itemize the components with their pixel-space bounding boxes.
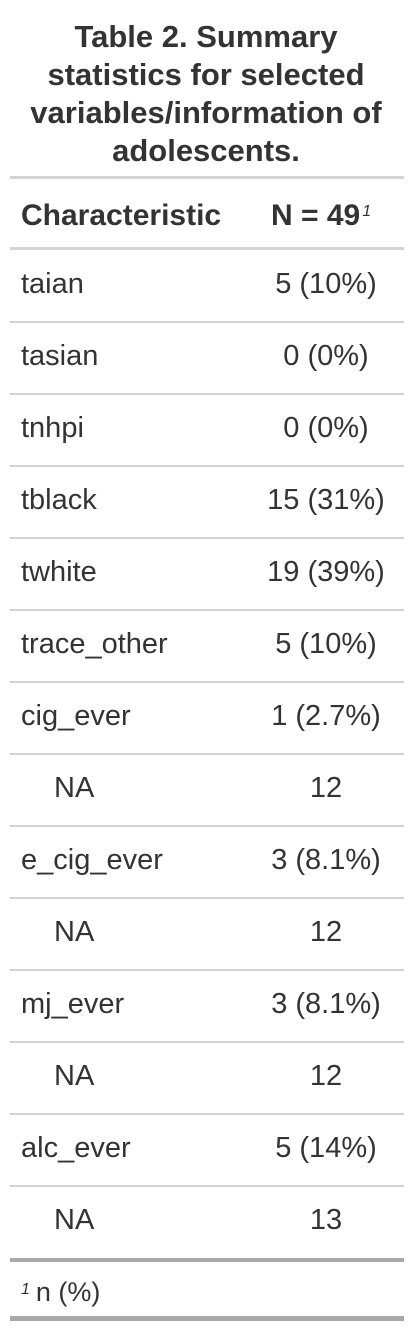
row-label: NA [54,1060,95,1092]
table-row: mj_ever 3 (8.1%) [10,970,404,1043]
table-row: NA 13 [10,1186,404,1258]
row-value: 15 (31%) [267,484,385,516]
footnote-bottom-rule [10,1316,404,1321]
table-row: e_cig_ever 3 (8.1%) [10,826,404,899]
column-header-footnote-marker: 1 [362,203,372,220]
row-value: 5 (10%) [275,628,377,660]
table-row: NA 12 [10,898,404,971]
row-value: 5 (10%) [275,268,377,300]
table-row: tblack 15 (31%) [10,466,404,539]
column-header-n-label: N = 49 [271,199,361,232]
column-header-characteristic: Characteristic [21,199,222,232]
table-bottom-rule [10,1258,404,1262]
column-header-n: N = 49 1 [271,196,371,236]
row-label: NA [54,916,95,948]
table-row: twhite 19 (39%) [10,538,404,611]
row-label: NA [54,772,95,804]
table-row: trace_other 5 (10%) [10,610,404,683]
header-top-rule [10,176,404,179]
row-label: tblack [21,484,97,516]
table-row: taian 5 (10%) [10,250,404,323]
row-value: 12 [309,916,343,948]
row-label: cig_ever [21,700,131,732]
table-row: NA 12 [10,754,404,827]
row-value: 1 (2.7%) [271,700,381,732]
footnote-marker: 1 [21,1281,30,1298]
table-row: tnhpi 0 (0%) [10,394,404,467]
row-label: alc_ever [21,1132,131,1164]
footnote-text: n (%) [35,1277,101,1307]
row-value: 0 (0%) [283,340,369,372]
row-value: 12 [309,772,343,804]
row-label: NA [54,1204,95,1236]
row-label: trace_other [21,628,168,660]
table-title: Table 2. Summary statistics for selected… [30,19,382,168]
row-label: e_cig_ever [21,844,163,876]
row-value: 3 (8.1%) [271,844,381,876]
row-label: twhite [21,556,97,588]
summary-table: Table 2. Summary statistics for selected… [0,0,412,1328]
row-value: 12 [309,1060,343,1092]
row-label: mj_ever [21,988,125,1020]
row-label: tnhpi [21,412,84,444]
table-row: cig_ever 1 (2.7%) [10,682,404,755]
table-footnote: 1 n (%) [21,1272,100,1312]
row-value: 3 (8.1%) [271,988,381,1020]
table-row: NA 12 [10,1042,404,1115]
table-row: tasian 0 (0%) [10,322,404,395]
row-value: 19 (39%) [267,556,385,588]
row-label: taian [21,268,84,300]
row-label: tasian [21,340,99,372]
row-value: 13 [309,1204,343,1236]
row-value: 5 (14%) [275,1132,377,1164]
table-row: alc_ever 5 (14%) [10,1114,404,1187]
row-value: 0 (0%) [283,412,369,444]
